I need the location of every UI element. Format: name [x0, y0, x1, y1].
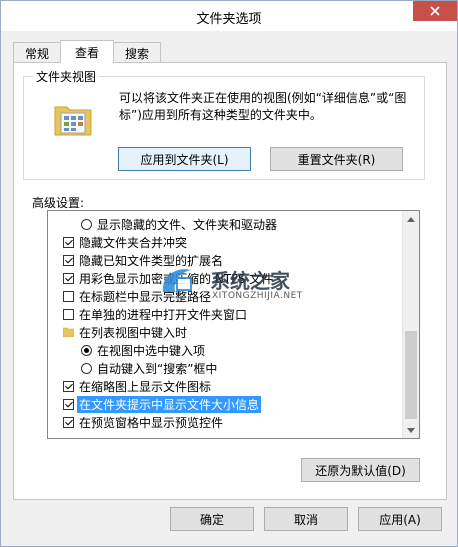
vertical-scrollbar[interactable] — [402, 211, 419, 438]
ok-button[interactable]: 确定 — [170, 507, 254, 531]
checkbox[interactable] — [63, 416, 74, 428]
radio-button[interactable] — [81, 218, 92, 230]
checkbox[interactable] — [63, 380, 74, 392]
list-item-label: 在单独的进程中打开文件夹窗口 — [79, 307, 248, 322]
window-title: 文件夹选项 — [196, 12, 262, 27]
list-item-label: 在列表视图中键入时 — [79, 325, 188, 340]
scroll-down-button[interactable] — [403, 422, 419, 438]
apply-to-folders-button[interactable]: 应用到文件夹(L) — [118, 147, 251, 171]
close-icon — [430, 6, 440, 16]
checkbox[interactable] — [63, 236, 74, 248]
list-item-hide-merge-conflicts[interactable]: 隐藏文件夹合并冲突 — [63, 233, 187, 251]
list-item-label: 显示隐藏的文件、文件夹和驱动器 — [97, 217, 278, 232]
cancel-button[interactable]: 取消 — [264, 507, 348, 531]
title-bar: 文件夹选项 — [1, 1, 457, 31]
list-item-label: 用彩色显示加密或压缩的 NTFS 文件 — [79, 271, 274, 286]
checkbox[interactable] — [63, 398, 74, 410]
advanced-settings-list[interactable]: 显示隐藏的文件、文件夹和驱动器 隐藏文件夹合并冲突 隐藏已知文件类型的扩展名 用… — [47, 210, 420, 439]
list-item-label: 在缩略图上显示文件图标 — [79, 379, 212, 394]
list-item-label: 在标题栏中显示完整路径 — [79, 289, 212, 304]
list-item-typing-in-list: 在列表视图中键入时 — [63, 323, 187, 341]
folder-icon — [63, 327, 74, 337]
tab-search[interactable]: 搜索 — [113, 42, 161, 63]
list-item-type-in-search[interactable]: 自动键入到“搜索”框中 — [81, 359, 217, 377]
folder-views-legend: 文件夹视图 — [36, 70, 97, 84]
folder-views-description: 可以将该文件夹正在使用的视图(例如“详细信息”或“图 标”)应用到所有这种类型的… — [119, 90, 419, 124]
list-item-label: 在预览窗格中显示预览控件 — [79, 415, 224, 430]
reset-folders-button[interactable]: 重置文件夹(R) — [270, 147, 403, 171]
scrollbar-thumb[interactable] — [405, 331, 417, 419]
tab-general[interactable]: 常规 — [13, 42, 61, 63]
description-line-1: 可以将该文件夹正在使用的视图(例如“详细信息”或“图 — [119, 91, 407, 105]
list-item-label: 在视图中选中键入项 — [97, 343, 206, 358]
list-item-full-path[interactable]: 在标题栏中显示完整路径 — [63, 287, 211, 305]
checkbox[interactable] — [63, 308, 74, 320]
list-item-file-size-tips[interactable]: 在文件夹提示中显示文件大小信息 — [63, 395, 262, 413]
list-item-label-selected: 在文件夹提示中显示文件大小信息 — [77, 395, 262, 413]
tab-view[interactable]: 查看 — [60, 40, 114, 63]
list-item-label: 自动键入到“搜索”框中 — [97, 361, 218, 376]
list-item-separate-process[interactable]: 在单独的进程中打开文件夹窗口 — [63, 305, 247, 323]
list-item-show-hidden[interactable]: 显示隐藏的文件、文件夹和驱动器 — [81, 215, 277, 233]
restore-defaults-button[interactable]: 还原为默认值(D) — [301, 458, 420, 482]
advanced-settings-label: 高级设置: — [32, 196, 85, 210]
list-item-label: 隐藏文件夹合并冲突 — [79, 235, 188, 250]
checkbox[interactable] — [63, 254, 74, 266]
apply-button[interactable]: 应用(A) — [358, 507, 442, 531]
checkbox[interactable] — [63, 290, 74, 302]
description-line-2: 标”)应用到所有这种类型的文件夹中。 — [119, 108, 322, 122]
list-item-preview-handlers[interactable]: 在预览窗格中显示预览控件 — [63, 413, 223, 431]
list-item-thumbnail-icons[interactable]: 在缩略图上显示文件图标 — [63, 377, 211, 395]
scroll-up-button[interactable] — [403, 211, 419, 227]
chevron-down-icon — [407, 427, 415, 433]
list-item-color-ntfs[interactable]: 用彩色显示加密或压缩的 NTFS 文件 — [63, 269, 273, 287]
folder-view-icon — [54, 106, 92, 136]
list-item-label: 隐藏已知文件类型的扩展名 — [79, 253, 224, 268]
folder-options-dialog: 文件夹选项 常规 查看 搜索 文件夹视图 可以将该文件夹正在使用的视图(例如“详… — [0, 0, 458, 547]
radio-button[interactable] — [81, 362, 92, 374]
radio-button[interactable] — [81, 344, 92, 356]
chevron-up-icon — [407, 216, 415, 222]
list-item-hide-extensions[interactable]: 隐藏已知文件类型的扩展名 — [63, 251, 223, 269]
checkbox[interactable] — [63, 272, 74, 284]
list-item-select-typed[interactable]: 在视图中选中键入项 — [81, 341, 205, 359]
close-button[interactable] — [413, 1, 457, 21]
